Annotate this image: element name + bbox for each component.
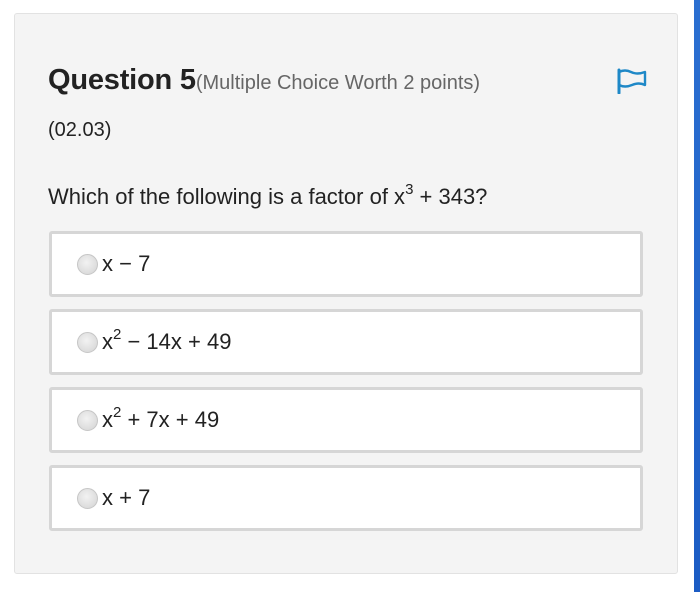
answer-option-4[interactable]: x + 7 — [49, 465, 643, 531]
option-rest: − 14x + 49 — [121, 329, 232, 354]
question-title: Question 5 — [48, 64, 196, 96]
radio-button[interactable] — [77, 331, 98, 353]
radio-button[interactable] — [77, 253, 98, 275]
option-exponent: 2 — [113, 325, 122, 343]
question-header: Question 5 (Multiple Choice Worth 2 poin… — [48, 64, 480, 97]
option-base: x — [102, 251, 113, 276]
prompt-exponent: 3 — [405, 180, 414, 198]
option-text: x2 + 7x + 49 — [102, 403, 220, 433]
option-rest: + 7 — [113, 485, 151, 510]
question-meta: (Multiple Choice Worth 2 points) — [195, 72, 481, 94]
option-rest: − 7 — [113, 251, 151, 276]
option-exponent: 2 — [113, 403, 122, 421]
option-base: x — [102, 329, 113, 354]
option-text: x + 7 — [102, 485, 150, 511]
answer-option-2[interactable]: x2 − 14x + 49 — [49, 309, 643, 375]
answer-option-3[interactable]: x2 + 7x + 49 — [49, 387, 643, 453]
window-edge — [694, 0, 700, 592]
answer-option-1[interactable]: x − 7 — [49, 231, 643, 297]
question-code: (02.03) — [48, 119, 112, 141]
prompt-prefix: Which of the following is a factor of x — [48, 184, 406, 209]
option-base: x — [102, 485, 113, 510]
option-text: x − 7 — [102, 251, 150, 277]
option-rest: + 7x + 49 — [121, 407, 220, 432]
question-card: Question 5 (Multiple Choice Worth 2 poin… — [14, 13, 678, 574]
flag-icon[interactable] — [615, 68, 649, 94]
radio-button[interactable] — [77, 409, 98, 431]
prompt-suffix: + 343? — [413, 184, 488, 209]
option-text: x2 − 14x + 49 — [102, 325, 232, 355]
question-prompt: Which of the following is a factor of x3… — [48, 180, 488, 210]
radio-button[interactable] — [77, 487, 98, 509]
option-base: x — [102, 407, 113, 432]
